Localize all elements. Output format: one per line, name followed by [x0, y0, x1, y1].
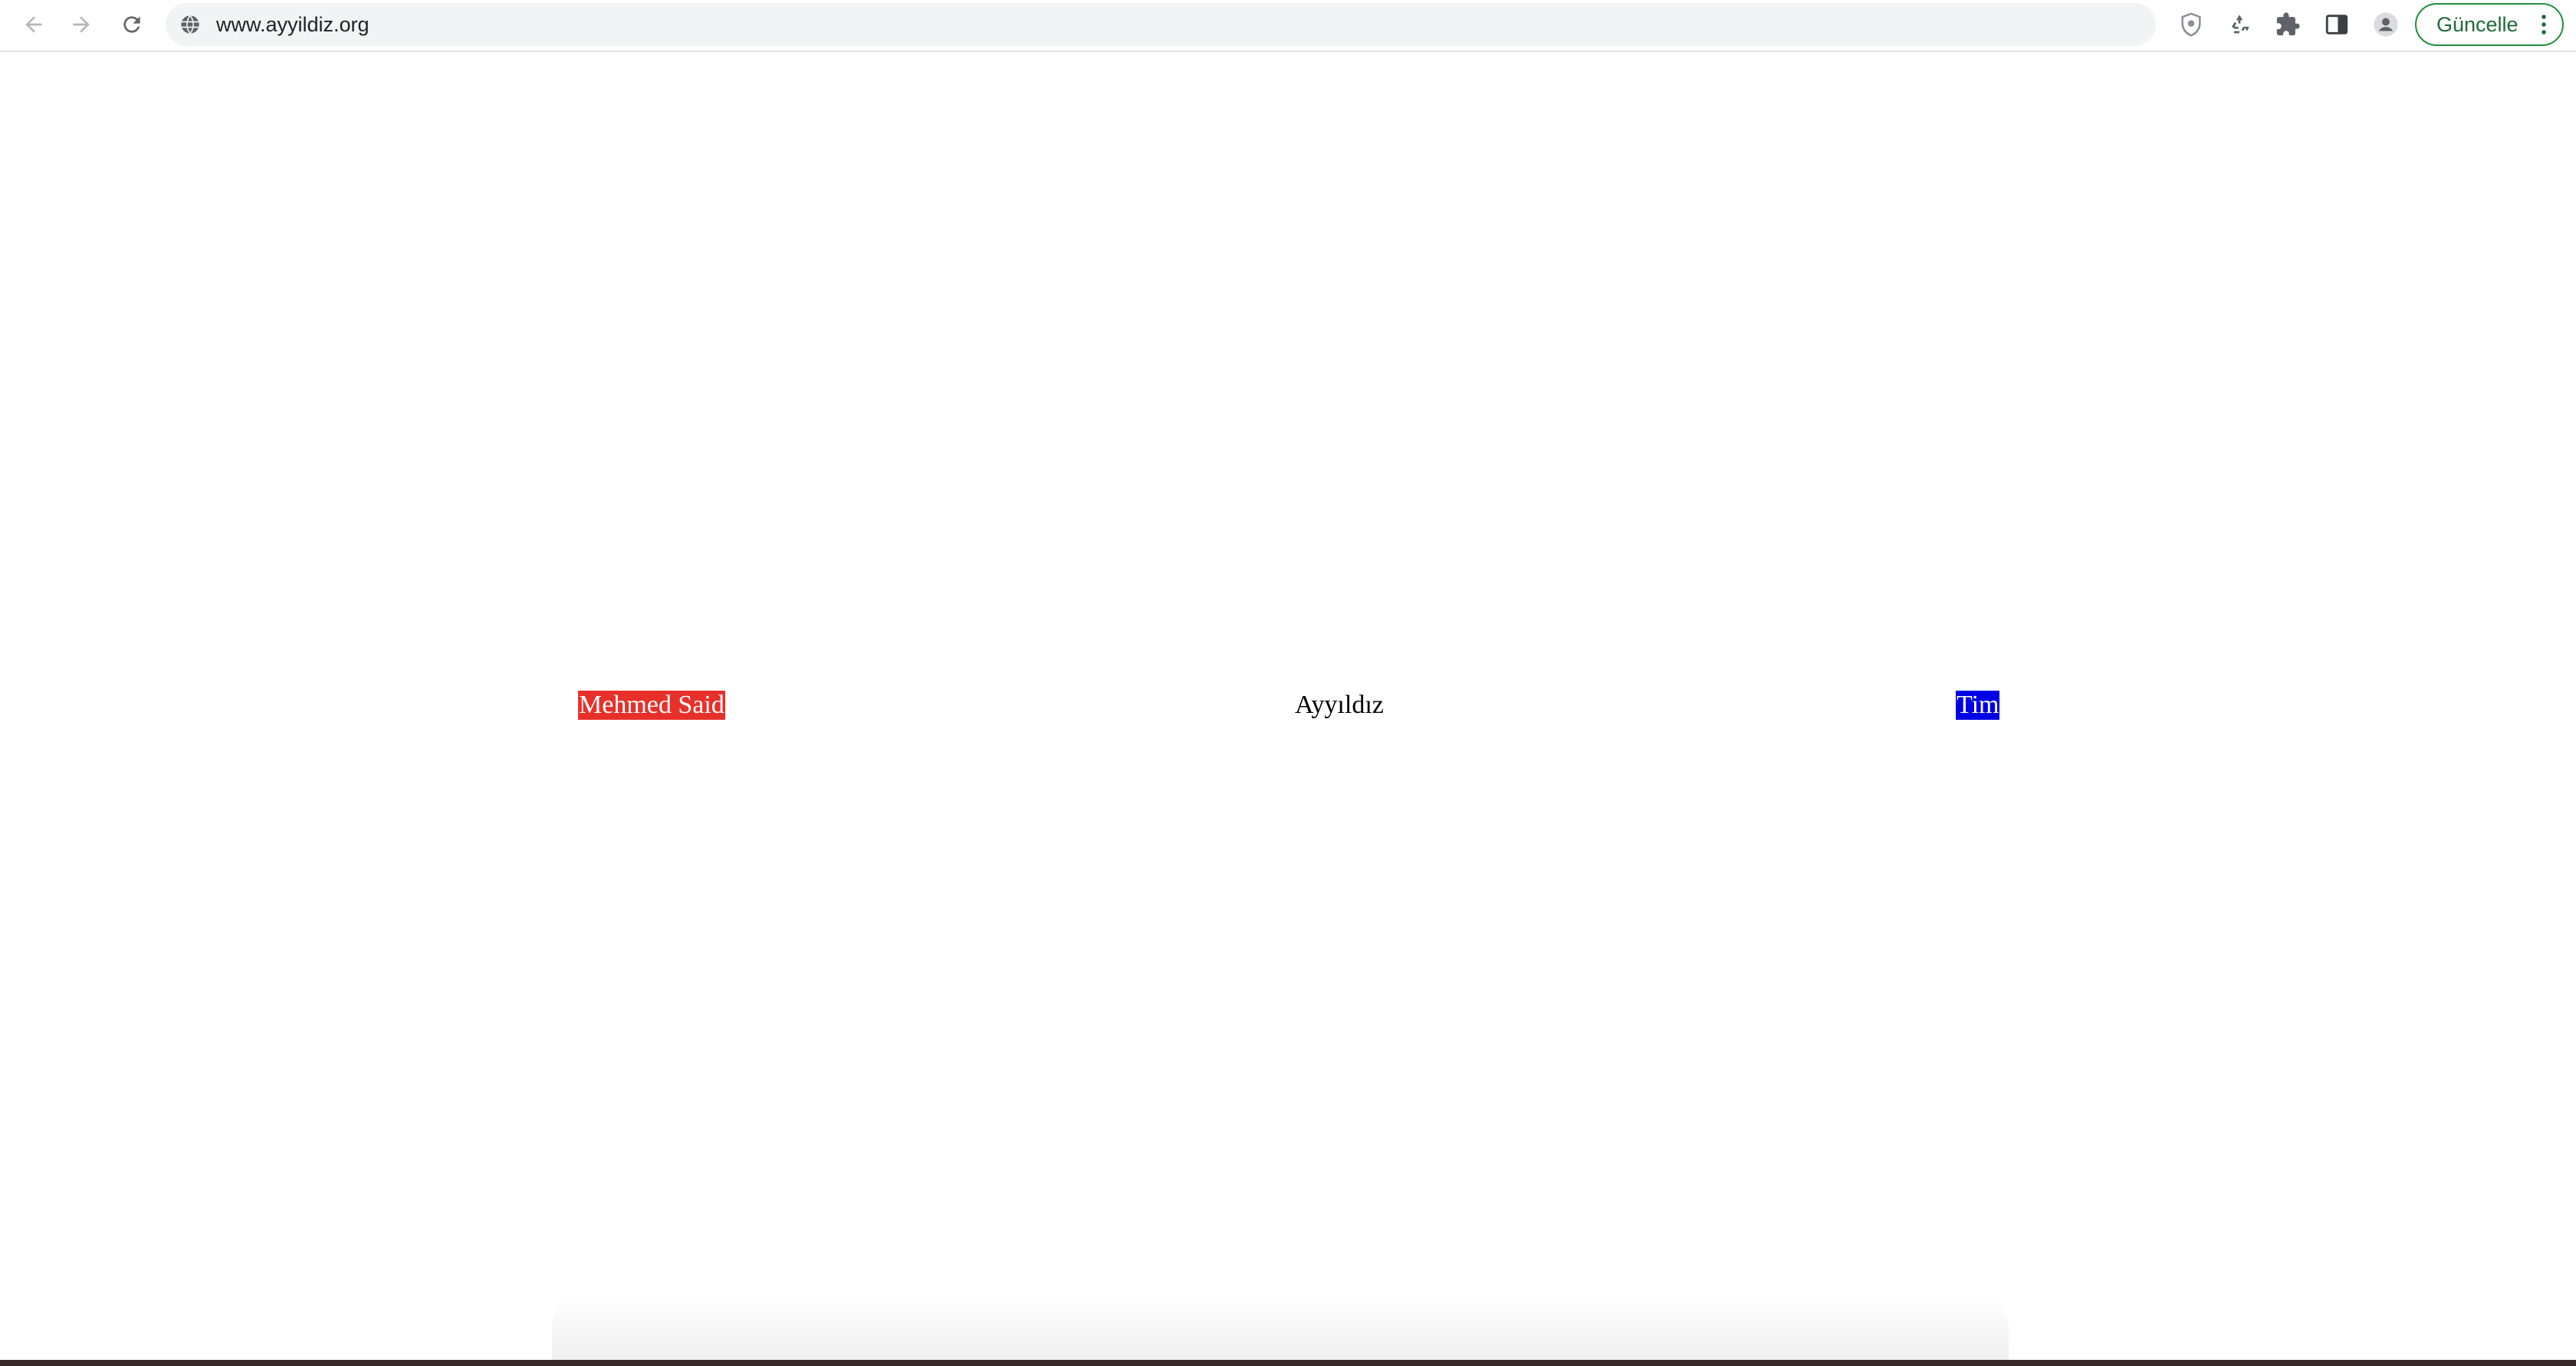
desktop-edge	[0, 1360, 2576, 1366]
extensions-button[interactable]	[2271, 8, 2305, 41]
forward-arrow-icon	[73, 16, 90, 33]
recycle-extension-icon	[2232, 15, 2249, 34]
side-panel-button[interactable]	[2320, 8, 2354, 41]
reload-icon	[123, 16, 140, 33]
word-tim: Tim	[1956, 691, 2000, 720]
word-ayyildiz: Ayyıldız	[1295, 691, 1384, 719]
page-content: Mehmed Said Ayyıldız Tim	[0, 52, 2576, 1360]
kebab-menu-icon[interactable]	[2539, 13, 2548, 36]
word-mehmed-said: Mehmed Said	[578, 691, 725, 720]
browser-toolbar: www.ayyildiz.org Güncelle	[0, 0, 2576, 52]
globe-icon[interactable]	[179, 14, 201, 35]
forward-button[interactable]	[63, 6, 100, 43]
update-button-label: Güncelle	[2436, 13, 2518, 36]
recycle-extension-button[interactable]	[2223, 8, 2256, 41]
shield-extension-button[interactable]	[2174, 8, 2208, 41]
url-text[interactable]: www.ayyildiz.org	[216, 3, 370, 46]
back-button[interactable]	[15, 6, 52, 43]
side-panel-icon	[2325, 15, 2348, 34]
shield-extension-icon	[2181, 12, 2201, 37]
address-bar[interactable]: www.ayyildiz.org	[166, 3, 2156, 46]
profile-avatar-icon	[2374, 12, 2398, 37]
profile-button[interactable]	[2369, 8, 2403, 41]
dock-shadow	[552, 1295, 2009, 1360]
puzzle-extensions-icon	[2276, 12, 2300, 36]
update-button[interactable]: Güncelle	[2415, 3, 2564, 46]
back-arrow-icon	[25, 16, 42, 33]
reload-button[interactable]	[113, 6, 150, 43]
